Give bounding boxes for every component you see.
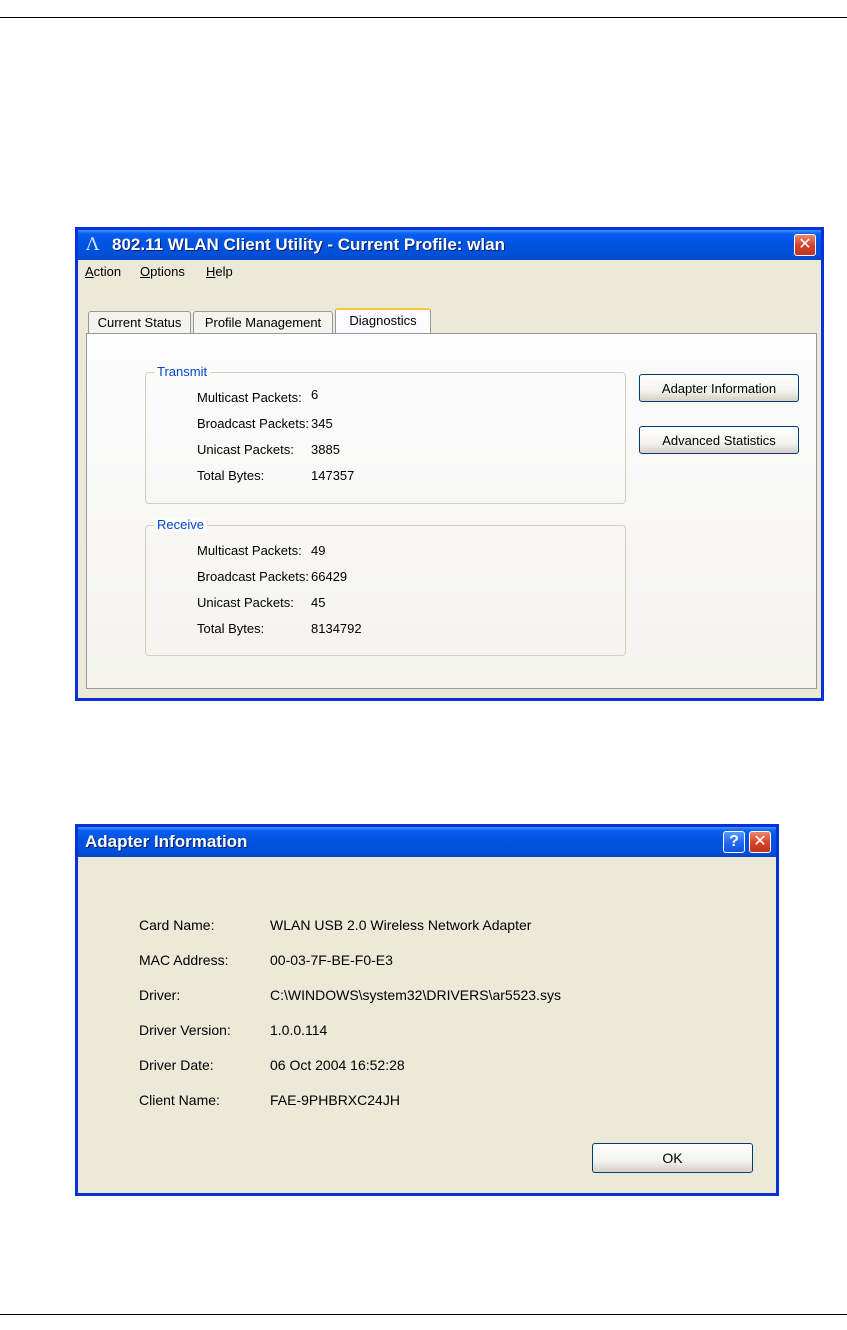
transmit-unicast-label: Unicast Packets: bbox=[197, 442, 294, 457]
transmit-broadcast-value: 345 bbox=[311, 416, 333, 431]
driver-version-label: Driver Version: bbox=[139, 1022, 231, 1038]
dialog-title: Adapter Information bbox=[85, 832, 248, 851]
receive-total-bytes-label: Total Bytes: bbox=[197, 621, 265, 636]
tab-diagnostics[interactable]: Diagnostics bbox=[335, 308, 431, 333]
receive-multicast-value: 49 bbox=[311, 543, 326, 558]
driver-date-value: 06 Oct 2004 16:52:28 bbox=[270, 1057, 405, 1073]
transmit-group: Transmit Multicast Packets: 6 Broadcast … bbox=[145, 364, 626, 504]
adapter-info-dialog: Adapter Information ? ✕ Card Name: WLAN … bbox=[75, 824, 779, 1196]
main-window-title: 802.11 WLAN Client Utility - Current Pro… bbox=[112, 235, 505, 254]
dialog-help-button[interactable]: ? bbox=[723, 831, 745, 853]
menu-help[interactable]: Help bbox=[206, 260, 233, 284]
dialog-titlebar[interactable]: Adapter Information ? ✕ bbox=[78, 827, 776, 857]
transmit-total-bytes-label: Total Bytes: bbox=[197, 468, 265, 483]
help-icon: ? bbox=[729, 833, 739, 850]
driver-date-label: Driver Date: bbox=[139, 1057, 214, 1073]
diagnostics-panel: Transmit Multicast Packets: 6 Broadcast … bbox=[86, 333, 817, 689]
transmit-multicast-value: 6 bbox=[311, 387, 319, 402]
main-menubar: Action Options Help bbox=[78, 260, 821, 284]
top-rule bbox=[0, 17, 847, 18]
receive-multicast-label: Multicast Packets: bbox=[197, 543, 302, 558]
transmit-total-bytes-value: 147357 bbox=[311, 468, 355, 483]
transmit-unicast-value: 3885 bbox=[311, 442, 340, 457]
receive-total-bytes-value: 8134792 bbox=[311, 621, 362, 636]
tab-profile-management[interactable]: Profile Management bbox=[193, 311, 333, 333]
adapter-information-button[interactable]: Adapter Information bbox=[639, 374, 799, 402]
receive-group-label: Receive bbox=[154, 517, 207, 532]
transmit-group-label: Transmit bbox=[154, 364, 211, 379]
mac-address-value: 00-03-7F-BE-F0-E3 bbox=[270, 952, 393, 968]
ok-button[interactable]: OK bbox=[592, 1143, 753, 1173]
transmit-multicast-label: Multicast Packets: bbox=[197, 390, 302, 405]
driver-label: Driver: bbox=[139, 987, 181, 1003]
driver-value: C:\WINDOWS\system32\DRIVERS\ar5523.sys bbox=[270, 987, 561, 1003]
receive-unicast-label: Unicast Packets: bbox=[197, 595, 294, 610]
main-window: Λ 802.11 WLAN Client Utility - Current P… bbox=[75, 227, 824, 701]
close-icon: ✕ bbox=[798, 236, 812, 253]
driver-version-value: 1.0.0.114 bbox=[270, 1022, 328, 1038]
menu-options[interactable]: Options bbox=[140, 260, 185, 284]
tab-current-status[interactable]: Current Status bbox=[88, 311, 191, 333]
receive-broadcast-value: 66429 bbox=[311, 569, 348, 584]
dialog-close-button[interactable]: ✕ bbox=[749, 831, 771, 853]
bottom-rule bbox=[0, 1314, 847, 1315]
client-name-value: FAE-9PHBRXC24JH bbox=[270, 1092, 400, 1108]
close-icon: ✕ bbox=[753, 833, 767, 850]
mac-address-label: MAC Address: bbox=[139, 952, 229, 968]
receive-unicast-value: 45 bbox=[311, 595, 326, 610]
menu-action[interactable]: Action bbox=[85, 260, 121, 284]
app-logo-icon: Λ bbox=[86, 234, 99, 255]
main-titlebar[interactable]: Λ 802.11 WLAN Client Utility - Current P… bbox=[78, 230, 821, 260]
card-name-value: WLAN USB 2.0 Wireless Network Adapter bbox=[270, 917, 532, 933]
main-close-button[interactable]: ✕ bbox=[794, 234, 816, 256]
advanced-statistics-button[interactable]: Advanced Statistics bbox=[639, 426, 799, 454]
receive-broadcast-label: Broadcast Packets: bbox=[197, 569, 309, 584]
receive-group: Receive Multicast Packets: 49 Broadcast … bbox=[145, 517, 626, 656]
client-name-label: Client Name: bbox=[139, 1092, 220, 1108]
card-name-label: Card Name: bbox=[139, 917, 215, 933]
transmit-broadcast-label: Broadcast Packets: bbox=[197, 416, 309, 431]
